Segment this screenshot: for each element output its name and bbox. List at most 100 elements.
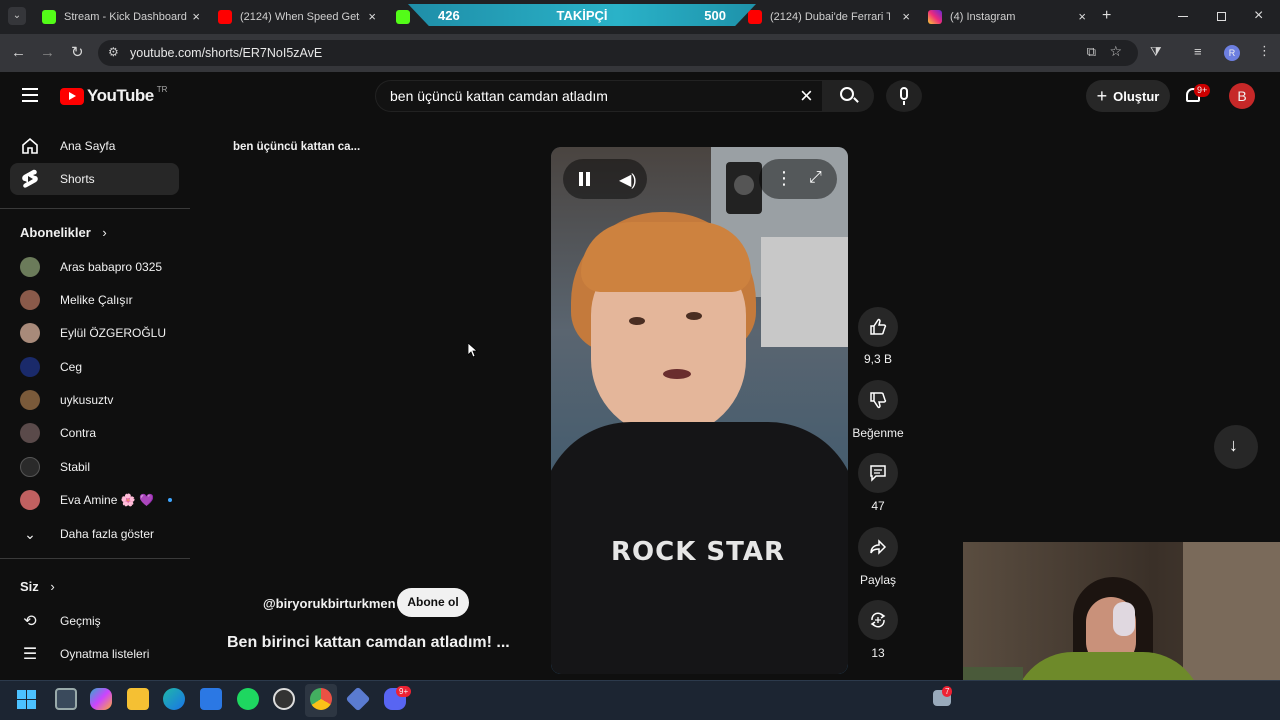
new-tab-button[interactable]: + <box>1102 7 1111 25</box>
more-options-icon[interactable]: ⋮ <box>775 168 793 189</box>
bookmark-star-icon[interactable]: ☆ <box>1109 43 1122 60</box>
search-button[interactable] <box>822 80 874 112</box>
restore-icon[interactable] <box>1217 12 1226 21</box>
reading-list-icon[interactable]: ≡ <box>1194 44 1202 59</box>
sidebar-sub[interactable]: Aras babapro 0325 <box>20 257 162 277</box>
sidebar-sub[interactable]: Contra <box>20 423 96 443</box>
dislike-button[interactable] <box>858 380 898 420</box>
search-result-title[interactable]: ben üçüncü kattan ca... <box>233 141 360 153</box>
tab-youtube-speed[interactable]: (2124) When Speed Gets D × <box>210 4 382 30</box>
home-icon <box>20 136 40 156</box>
tab-instagram[interactable]: (4) Instagram × <box>920 4 1092 30</box>
tab-youtube-dubai[interactable]: (2124) Dubai'de Ferrari Tas × <box>740 4 916 30</box>
avatar <box>20 457 40 477</box>
comments-button[interactable] <box>858 453 898 493</box>
minimize-icon[interactable] <box>1178 16 1188 17</box>
sidebar-sub[interactable]: Ceg <box>20 357 82 377</box>
notifications-button[interactable]: 9+ <box>1182 84 1211 108</box>
back-icon[interactable]: ← <box>11 44 26 61</box>
youtube-play-icon <box>60 87 84 105</box>
shorts-icon <box>20 169 40 189</box>
short-title[interactable]: Ben birinci kattan camdan atladım! ... <box>227 634 510 652</box>
you-header[interactable]: Siz › <box>20 579 55 594</box>
sidebar-sub[interactable]: Melike Çalışır <box>20 290 133 310</box>
follower-count: 426 <box>438 7 460 23</box>
sidebar-sub[interactable]: uykusuztv <box>20 390 113 410</box>
remix-count: 13 <box>871 646 885 660</box>
url-text: youtube.com/shorts/ER7NoI5zAvE <box>130 46 323 60</box>
voice-search-button[interactable] <box>886 80 922 112</box>
copilot-icon[interactable] <box>90 688 112 710</box>
obs-icon[interactable] <box>273 688 295 710</box>
windows-start-icon[interactable] <box>17 690 36 709</box>
sidebar-sub[interactable]: Stabil <box>20 457 90 477</box>
profile-avatar[interactable]: R <box>1224 45 1240 61</box>
subscriptions-header[interactable]: Abonelikler › <box>20 225 107 240</box>
file-explorer-icon[interactable] <box>127 688 149 710</box>
share-label: Paylaş <box>859 573 897 587</box>
like-count: 9,3 B <box>863 352 893 366</box>
remix-button[interactable] <box>858 600 898 640</box>
forward-icon[interactable]: → <box>40 44 55 61</box>
hamburger-menu-icon[interactable] <box>22 88 38 102</box>
share-button[interactable] <box>858 527 898 567</box>
share-icon <box>870 539 887 555</box>
plus-icon: + <box>1096 85 1108 106</box>
store-icon[interactable] <box>200 688 222 710</box>
pause-button[interactable] <box>578 172 592 186</box>
comment-icon <box>870 465 886 482</box>
chevron-right-icon: › <box>50 579 55 594</box>
search-input[interactable]: ben üçüncü kattan camdan atladım <box>375 80 823 112</box>
instagram-icon <box>928 10 942 24</box>
youtube-logo[interactable]: YouTube TR <box>60 85 167 106</box>
close-window-icon[interactable]: × <box>1254 7 1263 25</box>
arrow-down-icon: ↓ <box>1229 435 1238 455</box>
dislike-label: Beğenme <box>852 426 904 440</box>
install-app-icon[interactable]: ⧉ <box>1087 44 1096 60</box>
sidebar-item-history[interactable]: ⟲ Geçmiş <box>20 611 100 631</box>
sidebar-sub[interactable]: Eva Amine 🌸 💜 <box>20 490 172 510</box>
edge-icon[interactable] <box>163 688 185 710</box>
volume-button[interactable]: ◀) <box>619 170 637 190</box>
notification-badge: 9+ <box>1194 84 1211 97</box>
avatar <box>20 323 40 343</box>
channel-handle[interactable]: @biryorukbirturkmen <box>263 596 396 611</box>
create-button[interactable]: + Oluştur <box>1086 80 1170 112</box>
kick-icon <box>42 10 56 24</box>
address-bar[interactable]: ⚙ youtube.com/shorts/ER7NoI5zAvE ⧉ ☆ <box>98 40 1138 66</box>
show-more-button[interactable]: ⌄ Daha fazla göster <box>20 524 154 544</box>
youtube-icon <box>218 10 232 24</box>
tab-kick-dashboard[interactable]: Stream - Kick Dashboard × <box>34 4 206 30</box>
spotify-icon[interactable] <box>237 688 259 710</box>
reload-icon[interactable]: ↻ <box>71 43 84 61</box>
site-info-icon[interactable]: ⚙ <box>108 45 119 59</box>
avatar <box>20 357 40 377</box>
sidebar-sub[interactable]: Eylül ÖZGEROĞLU <box>20 323 166 343</box>
avatar <box>20 423 40 443</box>
sidebar-item-shorts[interactable]: Shorts <box>20 169 95 189</box>
volume-icon: ◀) <box>619 172 637 189</box>
close-tab-icon[interactable]: × <box>902 9 910 24</box>
account-avatar[interactable]: B <box>1229 83 1255 109</box>
pause-icon <box>579 172 583 186</box>
remix-icon <box>870 612 886 628</box>
tab-search-dropdown[interactable]: ⌄ <box>8 7 26 25</box>
shorts-video-player[interactable]: ROCK STAR ◀) ⋮ ⤢ <box>551 147 848 674</box>
extensions-icon[interactable]: ⧩ <box>1150 44 1162 60</box>
task-view-icon[interactable] <box>55 688 77 710</box>
follower-label: TAKİPÇİ <box>556 7 608 23</box>
next-video-button[interactable]: ↓ <box>1214 425 1258 469</box>
headphones-image <box>1113 602 1135 636</box>
like-button[interactable] <box>858 307 898 347</box>
sidebar-item-playlists[interactable]: ☰ Oynatma listeleri <box>20 644 150 664</box>
comment-count: 47 <box>871 499 885 513</box>
close-tab-icon[interactable]: × <box>192 9 200 24</box>
taskbar-active-indicator <box>305 684 337 717</box>
subscribe-button[interactable]: Abone ol <box>397 588 469 617</box>
clear-search-icon[interactable]: × <box>800 83 813 109</box>
close-tab-icon[interactable]: × <box>1078 9 1086 24</box>
fullscreen-icon[interactable]: ⤢ <box>809 169 822 187</box>
close-tab-icon[interactable]: × <box>368 9 376 24</box>
browser-menu-icon[interactable]: ⋮ <box>1258 43 1271 59</box>
sidebar-item-home[interactable]: Ana Sayfa <box>20 136 115 156</box>
